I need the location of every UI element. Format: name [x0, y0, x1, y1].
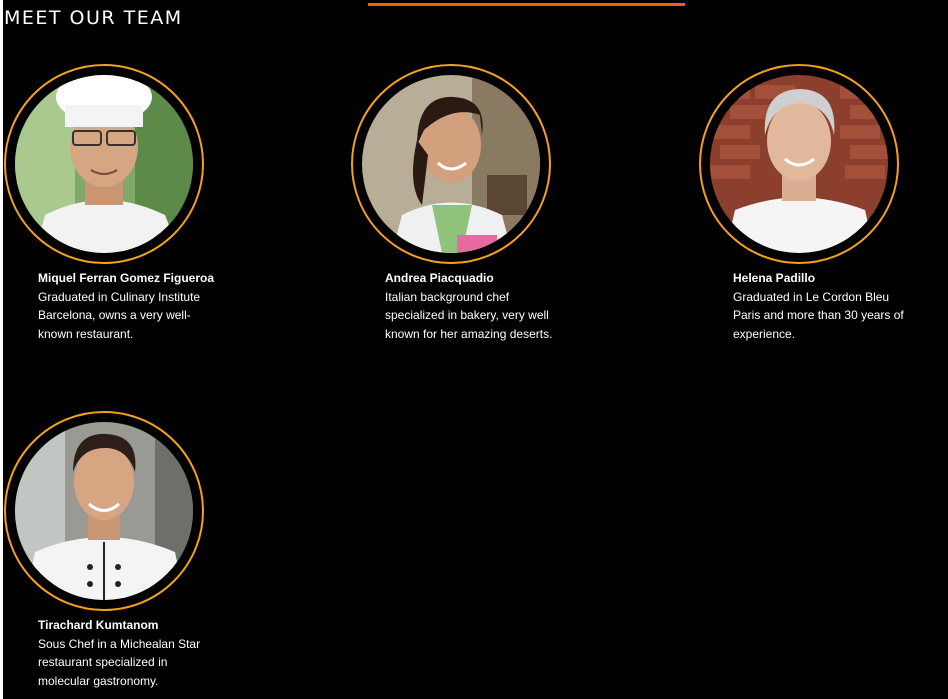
team-page: MEET OUR TEAM Miquel Ferran Gomez Figuer… — [0, 0, 948, 699]
member-info: Andrea Piacquadio Italian background che… — [385, 269, 565, 343]
member-name: Miquel Ferran Gomez Figueroa — [38, 271, 215, 285]
member-name: Tirachard Kumtanom — [38, 618, 159, 632]
member-info: Miquel Ferran Gomez Figueroa Graduated i… — [38, 269, 218, 343]
active-tab-indicator — [368, 3, 685, 6]
member-bio: Graduated in Culinary Institute Barcelon… — [38, 289, 201, 341]
portrait-frame — [4, 411, 204, 611]
member-name: Andrea Piacquadio — [385, 271, 494, 285]
portrait-frame — [4, 64, 204, 264]
chef-portrait-image — [15, 75, 193, 253]
portrait-frame — [351, 64, 551, 264]
member-name: Helena Padillo — [733, 271, 816, 285]
chef-portrait-image — [362, 75, 540, 253]
left-border — [0, 0, 3, 699]
chef-portrait-image — [15, 422, 193, 600]
member-info: Tirachard Kumtanom Sous Chef in a Michea… — [38, 616, 218, 690]
chef-portrait-image — [710, 75, 888, 253]
member-bio: Graduated in Le Cordon Bleu Paris and mo… — [733, 289, 904, 341]
member-bio: Italian background chef specialized in b… — [385, 289, 553, 341]
portrait-frame — [699, 64, 899, 264]
member-info: Helena Padillo Graduated in Le Cordon Bl… — [733, 269, 913, 343]
section-title: MEET OUR TEAM — [4, 7, 183, 29]
member-bio: Sous Chef in a Michealan Star restaurant… — [38, 636, 201, 688]
